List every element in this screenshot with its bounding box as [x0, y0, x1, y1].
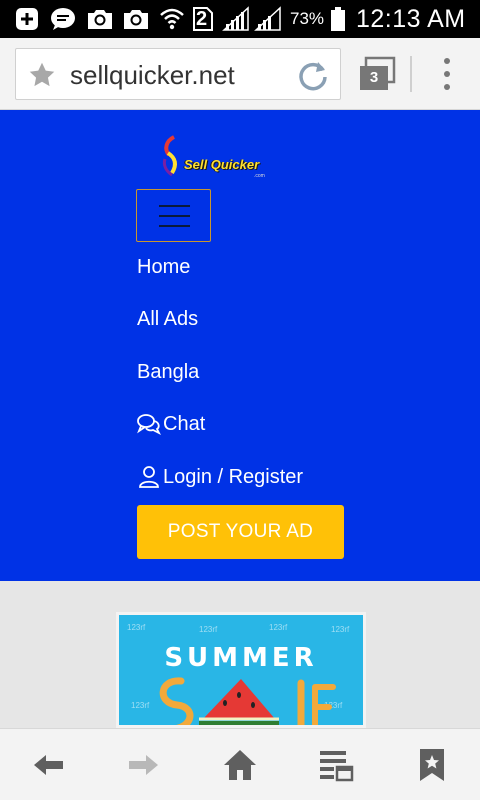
- clock: 12:13 AM: [356, 5, 466, 33]
- watermark: 123rf: [269, 623, 288, 632]
- sim-number: 2: [196, 8, 208, 30]
- nav-label: Home: [137, 255, 191, 278]
- hamburger-bar: [159, 205, 190, 207]
- camera-icon: [86, 6, 114, 32]
- address-bar[interactable]: sellquicker.net: [15, 48, 341, 100]
- back-arrow-icon[interactable]: [30, 747, 66, 783]
- battery-icon: [330, 6, 346, 32]
- browser-toolbar: sellquicker.net 3: [0, 38, 480, 110]
- nav-item-login[interactable]: Login / Register: [137, 462, 303, 492]
- chat-bubble-icon: [50, 6, 76, 32]
- banner-title: SUMMER: [164, 643, 318, 673]
- overflow-menu-icon[interactable]: [432, 56, 462, 92]
- camera-icon: [122, 6, 150, 32]
- nav-label: Login / Register: [163, 465, 304, 488]
- toolbar-divider: [410, 56, 412, 92]
- menu-toggle-button[interactable]: [136, 189, 211, 242]
- user-icon: [137, 466, 161, 488]
- site-logo[interactable]: Sell Quicker .com: [160, 133, 285, 185]
- hamburger-bar: [159, 215, 190, 217]
- reading-list-icon[interactable]: [318, 747, 354, 783]
- bookmark-star-icon[interactable]: [28, 61, 56, 89]
- nav-item-home[interactable]: Home: [137, 252, 190, 282]
- nav-label: Bangla: [137, 360, 200, 383]
- tab-count[interactable]: 3: [361, 67, 387, 89]
- nav-label: All Ads: [137, 307, 199, 330]
- status-bar: 2 73% 12:13 AM: [0, 0, 480, 38]
- chat-icon: [137, 413, 162, 436]
- forward-arrow-icon[interactable]: [126, 747, 162, 783]
- url-text[interactable]: sellquicker.net: [70, 49, 235, 101]
- hamburger-bar: [159, 225, 190, 227]
- site-header: Sell Quicker .com Home All Ads Bangla Ch…: [0, 110, 480, 581]
- add-icon: [14, 6, 40, 32]
- browser-bottom-toolbar: [0, 728, 480, 800]
- reload-icon[interactable]: [296, 58, 330, 92]
- battery-percent: 73%: [290, 9, 325, 28]
- home-icon[interactable]: [222, 747, 258, 783]
- logo-sub: .com: [254, 173, 265, 179]
- nav-item-all-ads[interactable]: All Ads: [137, 304, 198, 334]
- nav-item-bangla[interactable]: Bangla: [137, 357, 199, 387]
- signal-icon: [222, 6, 250, 32]
- logo-text: Sell Quicker: [184, 157, 260, 172]
- watermark: 123rf: [199, 625, 218, 634]
- wifi-icon: [158, 6, 186, 32]
- nav-item-chat[interactable]: Chat: [137, 409, 205, 439]
- bookmarks-icon[interactable]: [414, 747, 450, 783]
- nav-label: Chat: [163, 412, 206, 435]
- watermelon-sale-art: [159, 677, 336, 725]
- summer-sale-banner[interactable]: 123rf 123rf 123rf 123rf 123rf 123rf SUMM…: [116, 612, 366, 728]
- signal-icon: [254, 6, 282, 32]
- watermark: 123rf: [127, 623, 146, 632]
- watermark: 123rf: [331, 625, 350, 634]
- post-ad-button[interactable]: POST YOUR AD: [137, 505, 344, 559]
